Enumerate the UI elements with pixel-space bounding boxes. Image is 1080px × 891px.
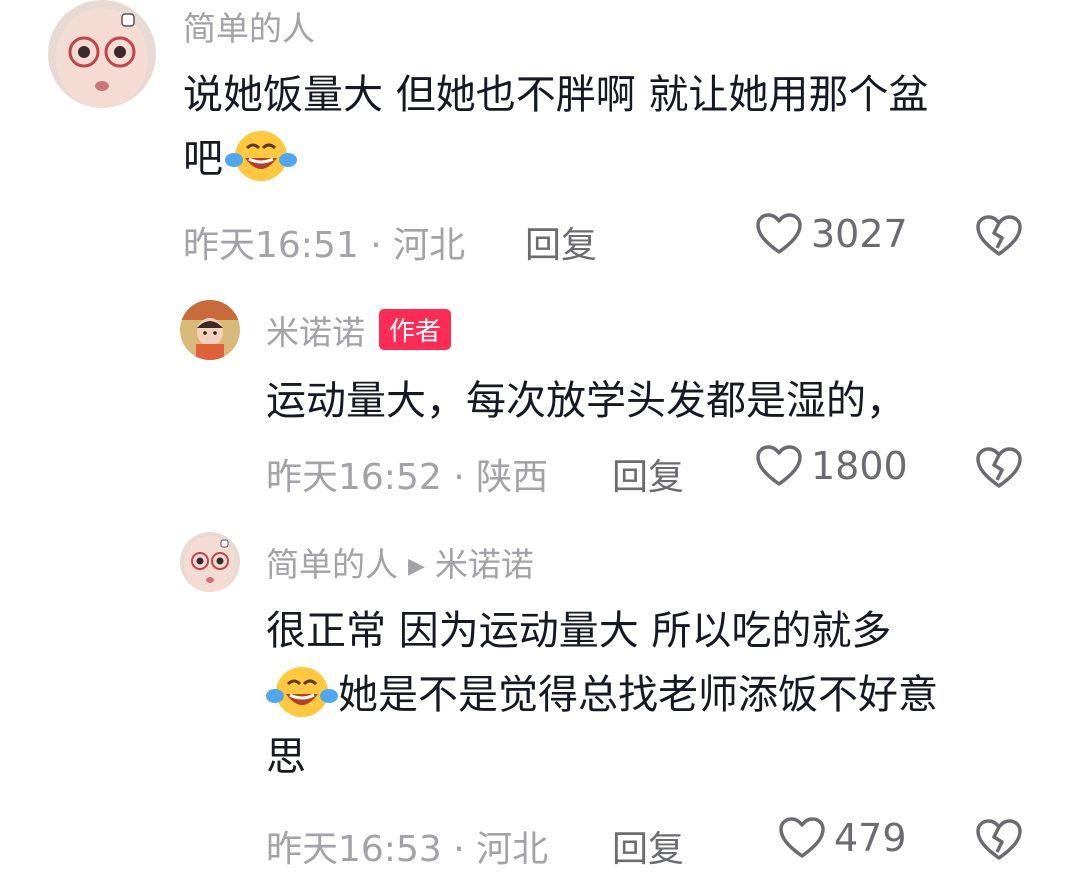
comment-meta: 昨天16:51 · 河北	[183, 225, 466, 266]
comment-meta: 昨天16:53 · 河北	[266, 829, 549, 870]
comment-author[interactable]: 简单的人	[183, 2, 315, 50]
broken-heart-icon	[976, 215, 1022, 256]
avatar[interactable]	[180, 532, 240, 592]
avatar[interactable]	[48, 0, 156, 108]
broken-heart-icon	[976, 447, 1022, 488]
tears-of-joy-emoji	[266, 662, 338, 720]
comment-text: 运动量大，每次放学头发都是湿的，	[266, 378, 906, 424]
comment-author[interactable]: 米诺诺 作者	[266, 306, 452, 354]
tears-of-joy-emoji	[225, 126, 297, 184]
reply-button[interactable]: 回复	[612, 448, 684, 500]
dislike-button[interactable]	[975, 214, 1023, 262]
reply-button[interactable]: 回复	[525, 216, 597, 268]
comment-text: 说她饭量大 但她也不胖啊 就让她用那个盆 吧	[183, 72, 929, 184]
heart-outline-icon	[779, 817, 825, 858]
like-button[interactable]: 1800	[755, 444, 908, 488]
dislike-button[interactable]	[975, 446, 1023, 494]
dislike-button[interactable]	[975, 818, 1023, 866]
broken-heart-icon	[976, 819, 1022, 860]
heart-outline-icon	[756, 213, 802, 254]
like-button[interactable]: 479	[778, 816, 907, 860]
avatar[interactable]	[180, 300, 240, 360]
comment-meta: 昨天16:52 · 陕西	[266, 457, 549, 498]
reply-arrow-icon: ▶	[408, 554, 425, 579]
comment-author[interactable]: 简单的人 ▶ 米诺诺	[266, 538, 534, 586]
heart-outline-icon	[756, 445, 802, 486]
reply-button[interactable]: 回复	[612, 820, 684, 872]
reply-to-user[interactable]: 米诺诺	[435, 545, 534, 584]
like-button[interactable]: 3027	[755, 212, 908, 256]
comment-text: 很正常 因为运动量大 所以吃的就多 她是不是觉得总找老师添饭不好意 思	[266, 608, 938, 780]
author-badge: 作者	[379, 309, 452, 350]
